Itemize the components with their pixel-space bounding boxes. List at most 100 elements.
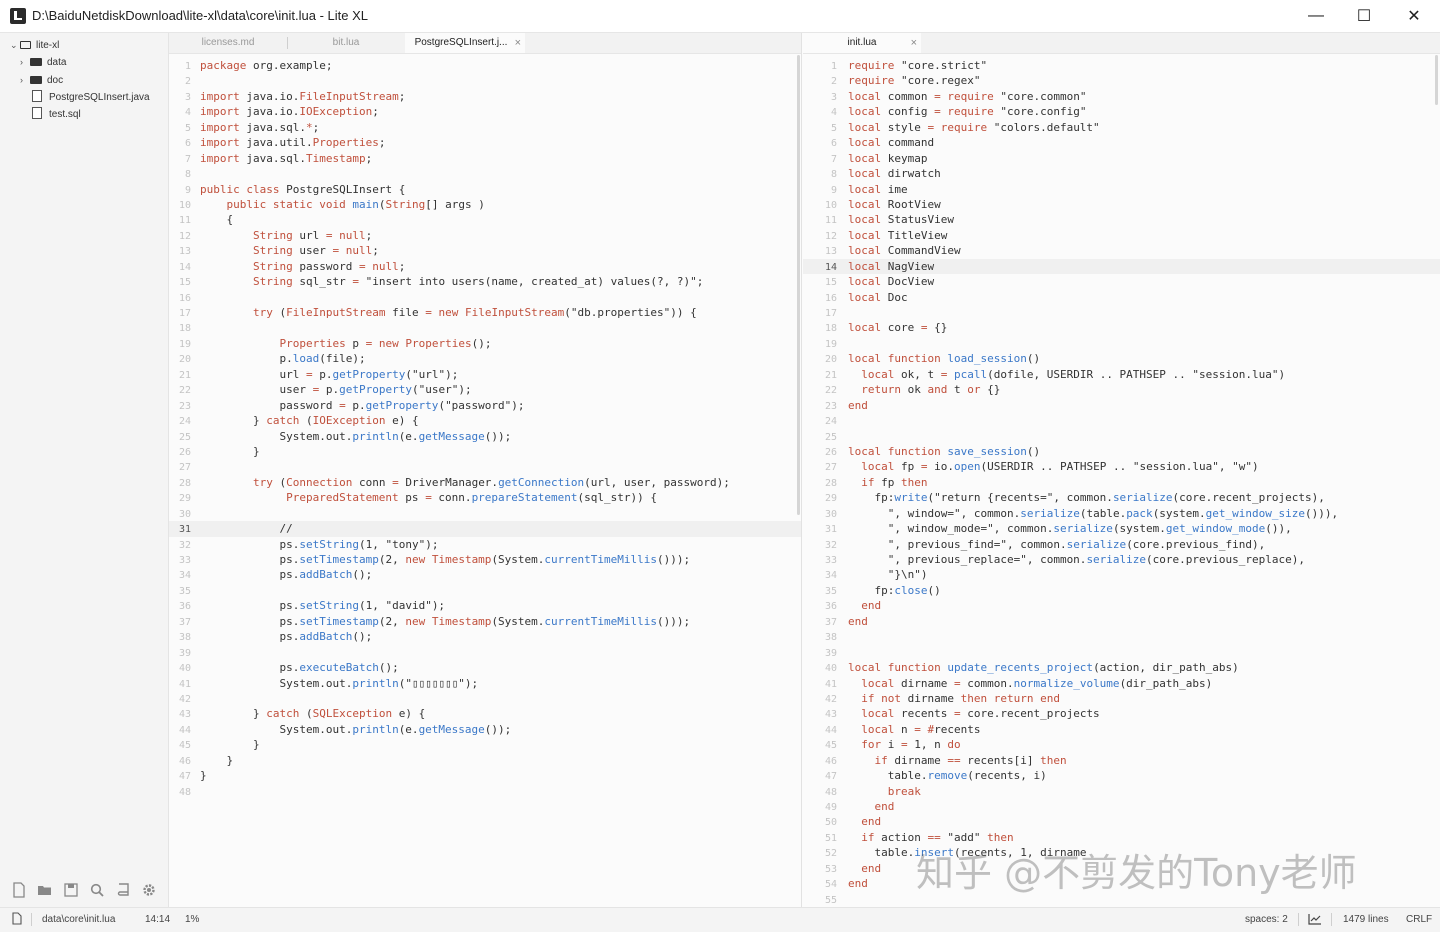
- code-line[interactable]: 50 end: [803, 814, 1440, 829]
- code-line[interactable]: 22 user = p.getProperty("user");: [169, 382, 801, 397]
- code-line[interactable]: 37 ps.setTimestamp(2, new Timestamp(Syst…: [169, 614, 801, 629]
- code-line[interactable]: 14 local NagView: [803, 258, 1440, 275]
- code-line[interactable]: 30: [169, 506, 801, 521]
- code-line[interactable]: 4 import java.io.IOException;: [169, 104, 801, 119]
- code-line[interactable]: 20 local function load_session(): [803, 351, 1440, 366]
- code-line[interactable]: 45 for i = 1, n do: [803, 737, 1440, 752]
- code-line[interactable]: 5 local style = require "colors.default": [803, 120, 1440, 135]
- code-line[interactable]: 32 ps.setString(1, "tony");: [169, 537, 801, 552]
- code-line[interactable]: 52 table.insert(recents, 1, dirname: [803, 845, 1440, 860]
- code-line[interactable]: 12 local TitleView: [803, 228, 1440, 243]
- code-line[interactable]: 23 end: [803, 398, 1440, 413]
- close-window-button[interactable]: ✕: [1390, 0, 1438, 32]
- code-line[interactable]: 17: [803, 305, 1440, 320]
- code-line[interactable]: 51 if action == "add" then: [803, 830, 1440, 845]
- code-line[interactable]: 29 fp:write("return {recents=", common.s…: [803, 490, 1440, 505]
- code-line[interactable]: 18 local core = {}: [803, 320, 1440, 335]
- code-line[interactable]: 39: [803, 645, 1440, 660]
- code-line[interactable]: 13 local CommandView: [803, 243, 1440, 258]
- code-line[interactable]: 27: [169, 459, 801, 474]
- tree-item-postgresqlinsert-java[interactable]: PostgreSQLInsert.java: [32, 90, 150, 106]
- code-line[interactable]: 49 end: [803, 799, 1440, 814]
- tab-close-icon[interactable]: ×: [515, 33, 521, 53]
- code-line[interactable]: 4 local config = require "core.config": [803, 104, 1440, 119]
- code-line[interactable]: 3 local common = require "core.common": [803, 89, 1440, 104]
- code-line[interactable]: 33 ", previous_replace=", common.seriali…: [803, 552, 1440, 567]
- code-line[interactable]: 7 local keymap: [803, 151, 1440, 166]
- code-line[interactable]: 15 String sql_str = "insert into users(n…: [169, 274, 801, 289]
- code-line[interactable]: 48 break: [803, 784, 1440, 799]
- tab-bit-lua[interactable]: bit.lua: [288, 33, 404, 53]
- code-line[interactable]: 41 System.out.println("▯▯▯▯▯▯▯");: [169, 676, 801, 691]
- code-line[interactable]: 40 local function update_recents_project(…: [803, 660, 1440, 675]
- code-line[interactable]: 19: [803, 336, 1440, 351]
- tree-item-doc[interactable]: › doc: [20, 72, 63, 88]
- code-line[interactable]: 24 } catch (IOException e) {: [169, 413, 801, 428]
- code-line[interactable]: 26 local function save_session(): [803, 444, 1440, 459]
- open-folder-icon[interactable]: [34, 879, 56, 901]
- book-icon[interactable]: [112, 879, 134, 901]
- code-line[interactable]: 43 local recents = core.recent_projects: [803, 706, 1440, 721]
- code-line[interactable]: 47}: [169, 768, 801, 783]
- maximize-button[interactable]: ☐: [1340, 0, 1388, 32]
- code-line[interactable]: 20 p.load(file);: [169, 351, 801, 366]
- code-line[interactable]: 43 } catch (SQLException e) {: [169, 706, 801, 721]
- new-file-icon[interactable]: [8, 879, 30, 901]
- code-line[interactable]: 47 table.remove(recents, i): [803, 768, 1440, 783]
- code-line[interactable]: 1 require "core.strict": [803, 58, 1440, 73]
- code-line[interactable]: 36 ps.setString(1, "david");: [169, 598, 801, 613]
- code-line[interactable]: 53 end: [803, 861, 1440, 876]
- code-line[interactable]: 44 local n = #recents: [803, 722, 1440, 737]
- code-line[interactable]: 34 "}\n"): [803, 567, 1440, 582]
- code-line[interactable]: 38 ps.addBatch();: [169, 629, 801, 644]
- line-chart-icon[interactable]: [1308, 913, 1322, 928]
- code-line[interactable]: 19 Properties p = new Properties();: [169, 336, 801, 351]
- code-line[interactable]: 23 password = p.getProperty("password");: [169, 398, 801, 413]
- gear-icon[interactable]: [138, 879, 160, 901]
- code-line[interactable]: 28 try (Connection conn = DriverManager.…: [169, 475, 801, 490]
- code-line[interactable]: 24: [803, 413, 1440, 428]
- code-line[interactable]: 21 local ok, t = pcall(dofile, USERDIR .…: [803, 367, 1440, 382]
- code-line[interactable]: 38: [803, 629, 1440, 644]
- tree-root-lite-xl[interactable]: ⌄ lite-xl: [10, 37, 59, 53]
- code-line[interactable]: 10 public static void main(String[] args…: [169, 197, 801, 212]
- code-line[interactable]: 42 if not dirname then return end: [803, 691, 1440, 706]
- code-line[interactable]: 12 String url = null;: [169, 228, 801, 243]
- right-code-area[interactable]: 1 require "core.strict" 2 require "core.reg…: [803, 58, 1440, 907]
- tab-close-icon[interactable]: ×: [911, 33, 917, 53]
- code-line[interactable]: 33 ps.setTimestamp(2, new Timestamp(Syst…: [169, 552, 801, 567]
- tab-postgresqlinsert-java[interactable]: PostgreSQLInsert.j... ×: [405, 33, 525, 53]
- left-code-area[interactable]: 1 package org.example; 2 3 import java.io.Fi…: [169, 58, 801, 799]
- code-line[interactable]: 22 return ok and t or {}: [803, 382, 1440, 397]
- code-line[interactable]: 29 PreparedStatement ps = conn.prepareSt…: [169, 490, 801, 505]
- code-line[interactable]: 16 local Doc: [803, 290, 1440, 305]
- code-line[interactable]: 9 public class PostgreSQLInsert {: [169, 182, 801, 197]
- code-line[interactable]: 34 ps.addBatch();: [169, 567, 801, 582]
- code-line[interactable]: 18: [169, 320, 801, 335]
- code-line[interactable]: 11 {: [169, 212, 801, 227]
- tab-init-lua[interactable]: init.lua ×: [803, 33, 921, 53]
- code-line[interactable]: 31 //: [169, 521, 801, 537]
- code-line[interactable]: 36 end: [803, 598, 1440, 613]
- minimize-button[interactable]: —: [1292, 0, 1340, 32]
- right-scrollbar[interactable]: [1435, 55, 1438, 105]
- code-line[interactable]: 35 fp:close(): [803, 583, 1440, 598]
- code-line[interactable]: 11 local StatusView: [803, 212, 1440, 227]
- code-line[interactable]: 6 import java.util.Properties;: [169, 135, 801, 150]
- code-line[interactable]: 55: [803, 892, 1440, 907]
- code-line[interactable]: 30 ", window=", common.serialize(table.p…: [803, 506, 1440, 521]
- code-line[interactable]: 2 require "core.regex": [803, 73, 1440, 88]
- code-line[interactable]: 44 System.out.println(e.getMessage());: [169, 722, 801, 737]
- code-line[interactable]: 45 }: [169, 737, 801, 752]
- code-line[interactable]: 25 System.out.println(e.getMessage());: [169, 429, 801, 444]
- code-line[interactable]: 26 }: [169, 444, 801, 459]
- code-line[interactable]: 8: [169, 166, 801, 181]
- code-line[interactable]: 27 local fp = io.open(USERDIR .. PATHSEP…: [803, 459, 1440, 474]
- code-line[interactable]: 7 import java.sql.Timestamp;: [169, 151, 801, 166]
- code-line[interactable]: 8 local dirwatch: [803, 166, 1440, 181]
- code-line[interactable]: 21 url = p.getProperty("url");: [169, 367, 801, 382]
- code-line[interactable]: 40 ps.executeBatch();: [169, 660, 801, 675]
- code-line[interactable]: 14 String password = null;: [169, 259, 801, 274]
- code-line[interactable]: 2: [169, 73, 801, 88]
- code-line[interactable]: 31 ", window_mode=", common.serialize(sy…: [803, 521, 1440, 536]
